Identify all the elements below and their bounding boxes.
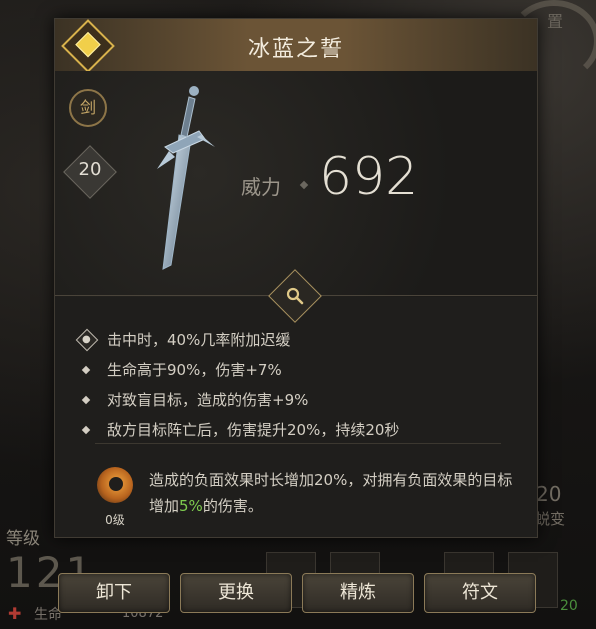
power-label: 威力 [241, 175, 281, 199]
affix-list: ● 击中时，40%几率附加迟缓 生命高于90%，伤害+7% 对致盲目标，造成的伤… [75, 325, 517, 445]
affix-item: 生命高于90%，伤害+7% [77, 355, 517, 385]
bg-evolve-label: 蜕变 [535, 510, 566, 528]
refine-button[interactable]: 精炼 [302, 573, 414, 613]
item-name: 冰蓝之誓 [247, 37, 344, 62]
sword-icon [157, 86, 215, 270]
highlight-value: 5% [179, 497, 203, 515]
bg-evolve-value: 20 [536, 482, 562, 506]
diamond-bullet-icon [81, 365, 91, 375]
affix-text: 生命高于90%，伤害+7% [107, 361, 282, 379]
item-detail-panel: 冰蓝之誓 剑 20 威力 692 ● 击中时，40%几率附加迟缓 生命高于90%… [54, 18, 538, 538]
bg-level-label: 等级 [6, 529, 40, 549]
affix-item: ● 击中时，40%几率附加迟缓 [75, 325, 517, 355]
diamond-bullet-icon [81, 425, 91, 435]
panel-header: 冰蓝之誓 [55, 19, 537, 73]
unequip-button[interactable]: 卸下 [58, 573, 170, 613]
item-showcase: 剑 20 威力 692 [55, 71, 537, 297]
weapon-type-badge: 剑 [69, 89, 107, 127]
affix-text: 击中时，40%几率附加迟缓 [107, 331, 291, 349]
set-bonus-level: 0级 [105, 513, 125, 527]
bg-slot-count: 20 [560, 598, 578, 614]
affix-text: 敌方目标阵亡后，伤害提升20%，持续20秒 [107, 421, 400, 439]
affix-item: 敌方目标阵亡后，伤害提升20%，持续20秒 [77, 415, 517, 445]
rune-button[interactable]: 符文 [424, 573, 536, 613]
item-level: 20 [78, 159, 102, 180]
affix-text: 对致盲目标，造成的伤害+9% [107, 391, 309, 409]
diamond-bullet-icon [81, 395, 91, 405]
replace-button[interactable]: 更换 [180, 573, 292, 613]
bg-settings-label: 置 [547, 12, 564, 31]
power-value: 692 [319, 147, 419, 207]
set-bonus-description: 造成的负面效果时长增加20%，对拥有负面效果的目标增加5%的伤害。 [149, 471, 513, 515]
separator-dot [299, 180, 309, 190]
affix-item: 对致盲目标，造成的伤害+9% [77, 385, 517, 415]
magnifier-icon [286, 287, 304, 305]
affix-divider [95, 443, 501, 444]
hp-cross-icon: ✚ [8, 604, 22, 623]
